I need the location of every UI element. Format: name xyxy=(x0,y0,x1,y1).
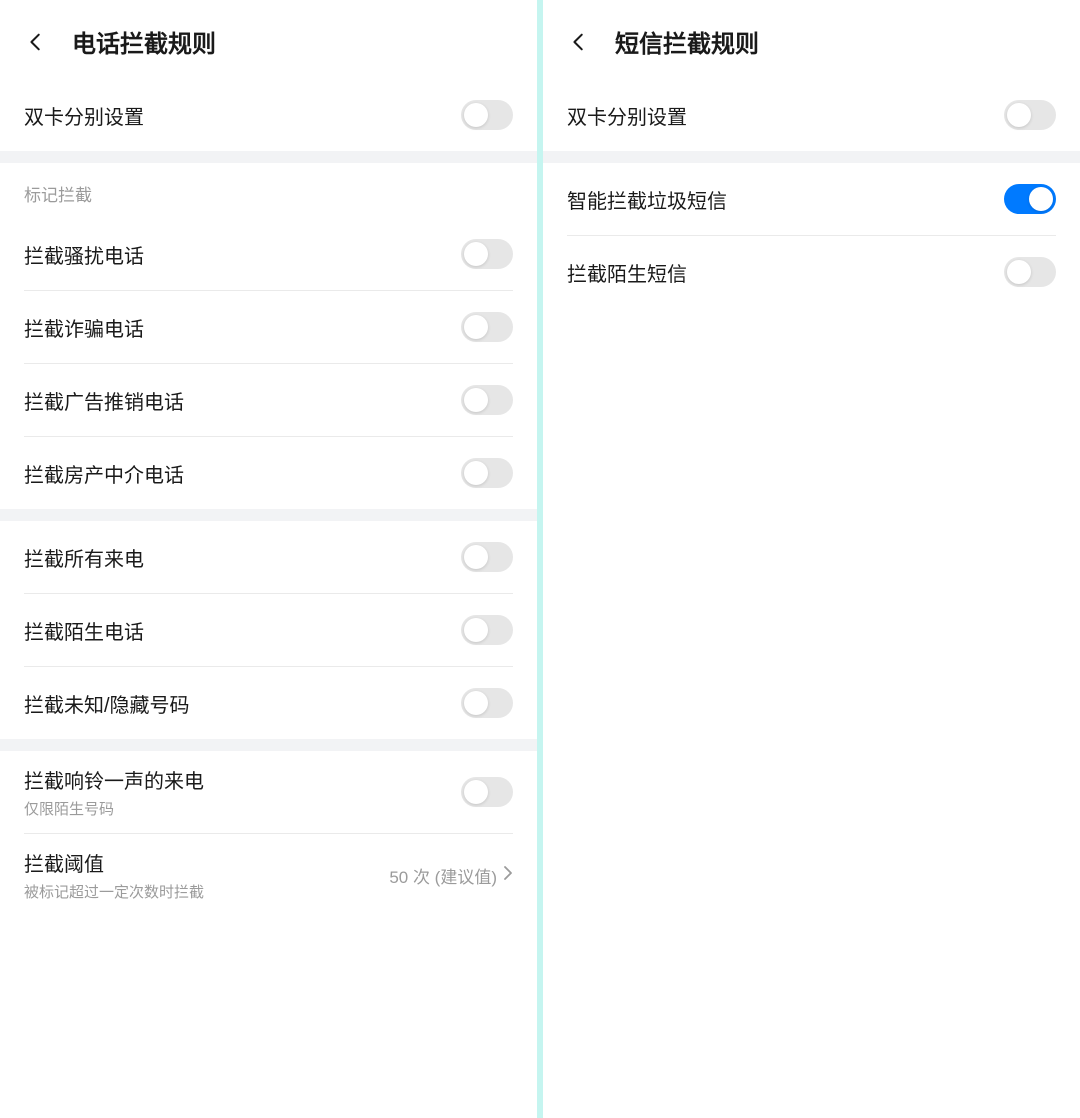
block-hidden-toggle[interactable] xyxy=(461,688,513,718)
block-strangers-row[interactable]: 拦截陌生电话 xyxy=(0,594,537,666)
dual-sim-label: 双卡分别设置 xyxy=(24,101,144,130)
row-label: 拦截诈骗电话 xyxy=(24,313,144,342)
section-gap xyxy=(0,509,537,521)
row-label: 拦截所有来电 xyxy=(24,543,144,572)
dual-sim-label: 双卡分别设置 xyxy=(567,101,687,130)
row-label: 智能拦截垃圾短信 xyxy=(567,185,727,214)
dual-sim-toggle[interactable] xyxy=(461,100,513,130)
block-threshold-row[interactable]: 拦截阈值 被标记超过一定次数时拦截 50 次 (建议值) xyxy=(0,834,537,916)
block-ring-once-row[interactable]: 拦截响铃一声的来电 仅限陌生号码 xyxy=(0,751,537,833)
section-gap xyxy=(0,739,537,751)
page-title: 短信拦截规则 xyxy=(615,24,759,59)
row-label: 拦截陌生短信 xyxy=(567,258,687,287)
section-gap xyxy=(543,151,1080,163)
block-all-row[interactable]: 拦截所有来电 xyxy=(0,521,537,593)
section-header-marked: 标记拦截 xyxy=(0,163,537,218)
back-arrow-icon xyxy=(25,31,47,53)
back-button[interactable] xyxy=(24,30,48,54)
row-label: 拦截陌生电话 xyxy=(24,616,144,645)
block-harassment-row[interactable]: 拦截骚扰电话 xyxy=(0,218,537,290)
block-realestate-row[interactable]: 拦截房产中介电话 xyxy=(0,437,537,509)
row-label: 拦截广告推销电话 xyxy=(24,386,184,415)
sms-block-rules-screen: 短信拦截规则 双卡分别设置 智能拦截垃圾短信 拦截陌生短信 xyxy=(543,0,1080,1118)
threshold-value: 50 次 (建议值) xyxy=(389,863,497,888)
row-label: 拦截未知/隐藏号码 xyxy=(24,689,190,718)
dual-sim-toggle[interactable] xyxy=(1004,100,1056,130)
threshold-value-link[interactable]: 50 次 (建议值) xyxy=(389,863,513,888)
block-realestate-toggle[interactable] xyxy=(461,458,513,488)
call-block-rules-screen: 电话拦截规则 双卡分别设置 标记拦截 拦截骚扰电话 拦截诈骗电话 拦截广告推销电… xyxy=(0,0,537,1118)
block-all-toggle[interactable] xyxy=(461,542,513,572)
block-fraud-row[interactable]: 拦截诈骗电话 xyxy=(0,291,537,363)
smart-block-spam-row[interactable]: 智能拦截垃圾短信 xyxy=(543,163,1080,235)
dual-sim-row[interactable]: 双卡分别设置 xyxy=(0,79,537,151)
back-arrow-icon xyxy=(568,31,590,53)
block-strangers-toggle[interactable] xyxy=(461,615,513,645)
page-title: 电话拦截规则 xyxy=(72,24,216,59)
dual-sim-row[interactable]: 双卡分别设置 xyxy=(543,79,1080,151)
row-label: 拦截房产中介电话 xyxy=(24,459,184,488)
back-button[interactable] xyxy=(567,30,591,54)
block-harassment-toggle[interactable] xyxy=(461,239,513,269)
block-hidden-row[interactable]: 拦截未知/隐藏号码 xyxy=(0,667,537,739)
chevron-right-icon xyxy=(503,865,513,886)
block-ads-toggle[interactable] xyxy=(461,385,513,415)
block-ring-once-toggle[interactable] xyxy=(461,777,513,807)
header: 短信拦截规则 xyxy=(543,0,1080,79)
row-sublabel: 仅限陌生号码 xyxy=(24,798,204,819)
block-ads-row[interactable]: 拦截广告推销电话 xyxy=(0,364,537,436)
block-stranger-sms-row[interactable]: 拦截陌生短信 xyxy=(543,236,1080,308)
smart-block-spam-toggle[interactable] xyxy=(1004,184,1056,214)
block-stranger-sms-toggle[interactable] xyxy=(1004,257,1056,287)
block-fraud-toggle[interactable] xyxy=(461,312,513,342)
section-gap xyxy=(0,151,537,163)
row-sublabel: 被标记超过一定次数时拦截 xyxy=(24,881,204,902)
row-label: 拦截阈值 xyxy=(24,848,204,877)
row-label: 拦截骚扰电话 xyxy=(24,240,144,269)
header: 电话拦截规则 xyxy=(0,0,537,79)
row-label: 拦截响铃一声的来电 xyxy=(24,765,204,794)
